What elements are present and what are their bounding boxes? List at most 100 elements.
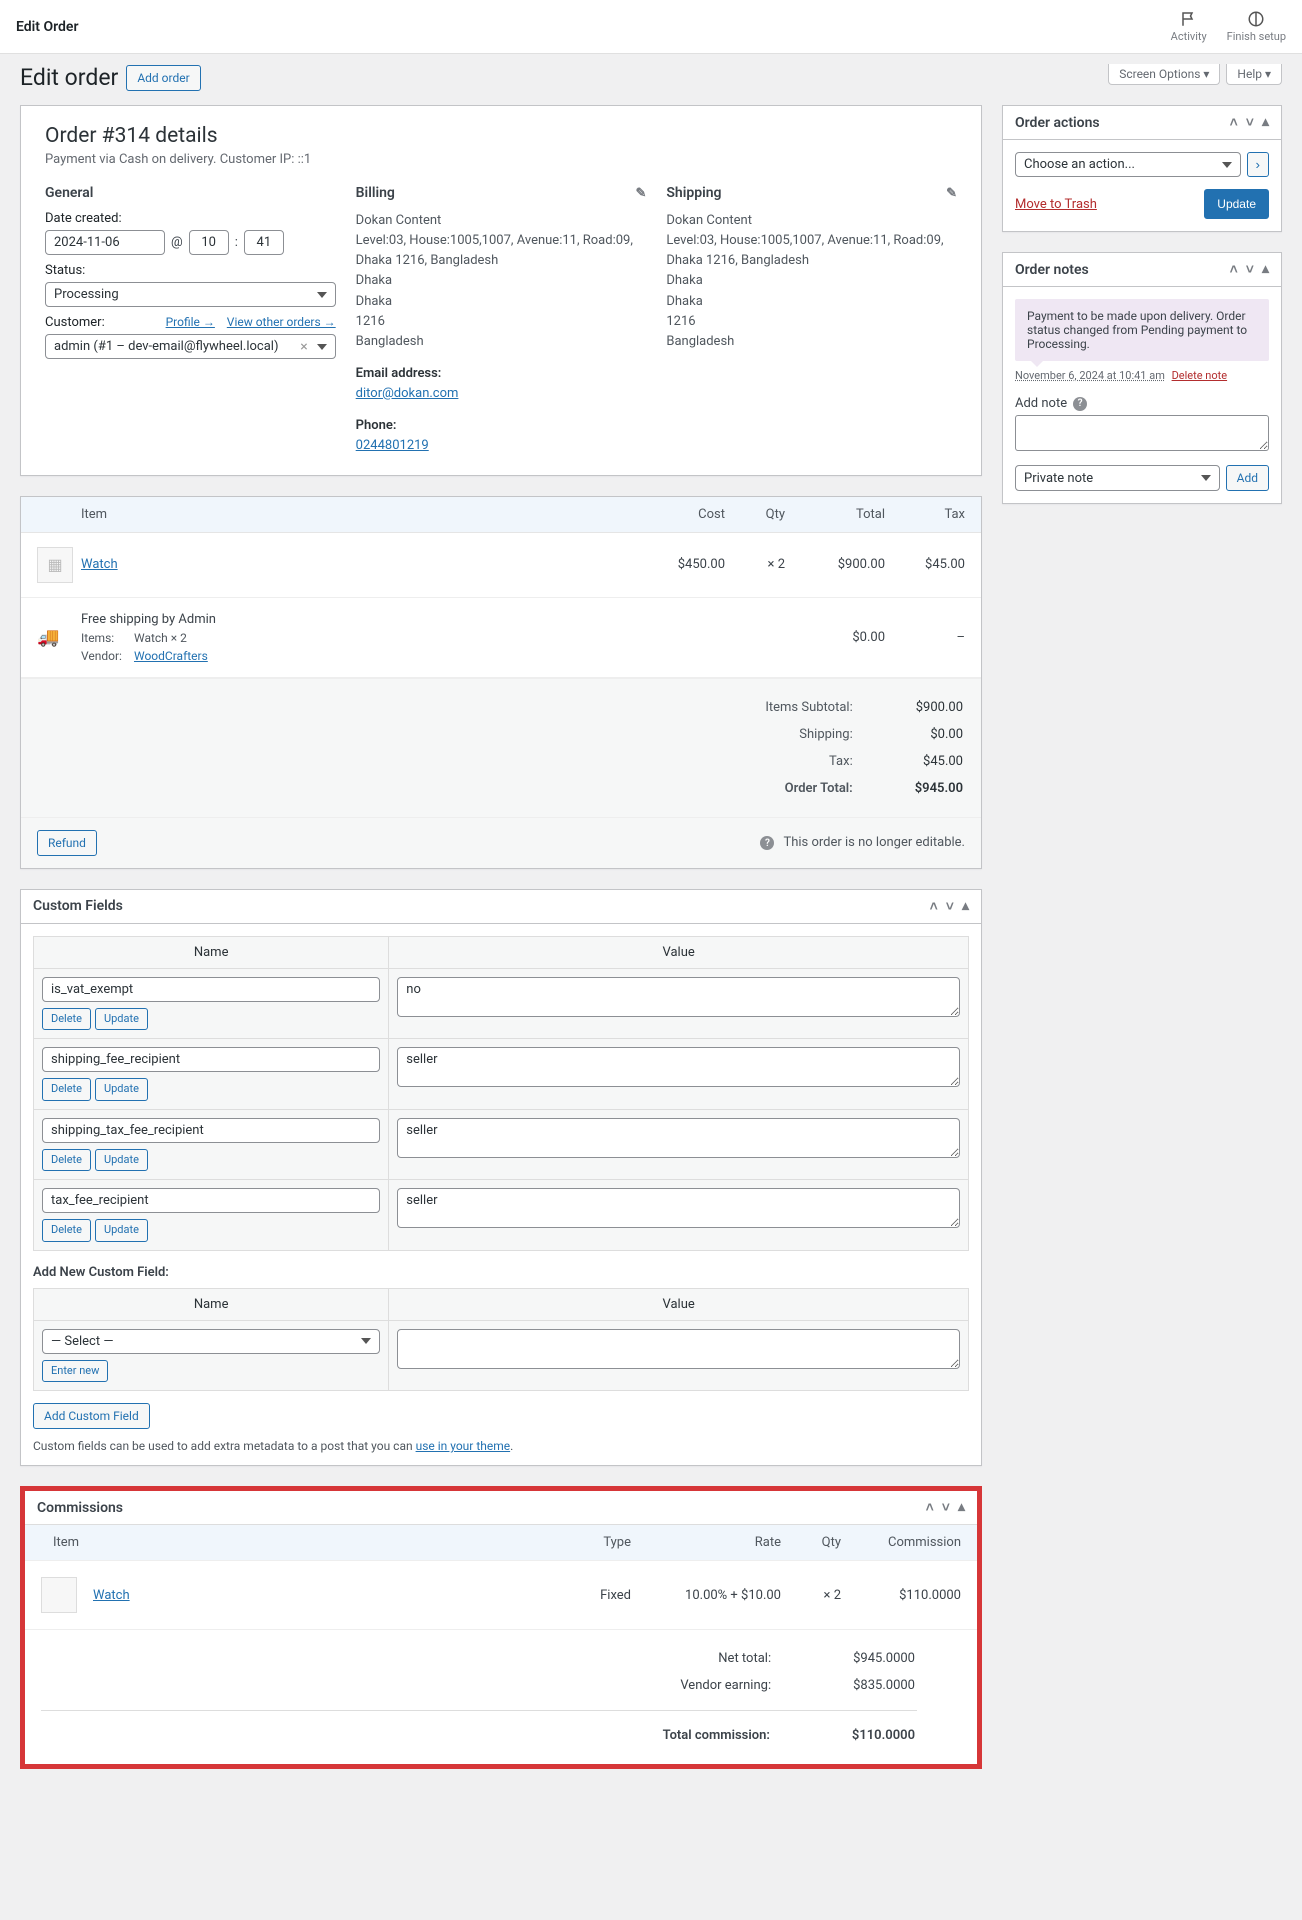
cf-delete-button[interactable]: Delete bbox=[42, 1008, 91, 1031]
add-new-cf-title: Add New Custom Field: bbox=[33, 1265, 969, 1280]
breadcrumb-title: Edit Order bbox=[16, 19, 78, 35]
refund-button[interactable]: Refund bbox=[37, 830, 97, 856]
order-action-select[interactable]: Choose an action... bbox=[1015, 152, 1241, 177]
product-thumb bbox=[41, 1577, 77, 1613]
cf-name-input[interactable] bbox=[42, 1047, 380, 1072]
customer-label: Customer: bbox=[45, 315, 105, 330]
order-date-input[interactable] bbox=[45, 230, 165, 255]
vendor-link[interactable]: WoodCrafters bbox=[134, 649, 208, 663]
custom-fields-table: Name Value Delete Update bbox=[33, 936, 969, 1251]
cf-value-input[interactable] bbox=[397, 977, 960, 1017]
add-note-button[interactable]: Add bbox=[1226, 465, 1269, 491]
clear-customer-icon[interactable]: × bbox=[300, 339, 307, 355]
commission-totals: Net total:$945.0000 Vendor earning:$835.… bbox=[25, 1630, 977, 1764]
note-textarea[interactable] bbox=[1015, 415, 1269, 451]
shipping-heading: Shipping bbox=[666, 185, 721, 201]
enter-new-button[interactable]: Enter new bbox=[42, 1360, 108, 1383]
add-note-label: Add note bbox=[1015, 396, 1067, 411]
billing-heading: Billing bbox=[356, 185, 395, 201]
no-edit-text: This order is no longer editable. bbox=[783, 835, 965, 850]
run-action-button[interactable]: › bbox=[1247, 152, 1269, 177]
order-subtitle: Payment via Cash on delivery. Customer I… bbox=[45, 152, 957, 167]
page-title: Edit order bbox=[20, 64, 118, 91]
cf-update-button[interactable]: Update bbox=[95, 1219, 148, 1242]
truck-icon: 🚚 bbox=[37, 627, 59, 648]
order-minute-input[interactable] bbox=[244, 230, 284, 255]
customer-profile-link[interactable]: Profile → bbox=[166, 315, 215, 329]
order-actions-title: Order actions bbox=[1015, 115, 1100, 131]
chevron-up-icon[interactable]: ˄ bbox=[926, 1499, 934, 1516]
chevron-down-icon[interactable]: ˅ bbox=[942, 1499, 950, 1516]
activity-button[interactable]: Activity bbox=[1171, 10, 1207, 43]
chevron-up-icon[interactable]: ˄ bbox=[1230, 114, 1238, 131]
table-row: Delete Update bbox=[34, 1109, 969, 1180]
caret-toggle-icon[interactable]: ▴ bbox=[958, 1499, 965, 1516]
cf-new-value-input[interactable] bbox=[397, 1329, 960, 1369]
info-icon: ? bbox=[760, 836, 774, 850]
note-date: November 6, 2024 at 10:41 am bbox=[1015, 369, 1165, 382]
product-link[interactable]: Watch bbox=[81, 557, 118, 572]
product-thumb: ▦ bbox=[37, 547, 73, 583]
cf-delete-button[interactable]: Delete bbox=[42, 1219, 91, 1242]
cf-value-input[interactable] bbox=[397, 1118, 960, 1158]
general-heading: General bbox=[45, 185, 336, 201]
edit-billing-icon[interactable]: ✎ bbox=[635, 186, 646, 201]
update-button[interactable]: Update bbox=[1204, 189, 1269, 219]
help-icon[interactable]: ? bbox=[1073, 397, 1087, 411]
cf-name-input[interactable] bbox=[42, 1188, 380, 1213]
items-head-tax: Tax bbox=[885, 507, 965, 522]
items-head-item: Item bbox=[81, 507, 645, 522]
note-type-select[interactable]: Private note bbox=[1015, 465, 1220, 491]
use-in-theme-link[interactable]: use in your theme bbox=[416, 1439, 511, 1453]
commissions-title: Commissions bbox=[37, 1500, 123, 1516]
top-bar: Edit Order Activity Finish setup bbox=[0, 0, 1302, 54]
cf-update-button[interactable]: Update bbox=[95, 1149, 148, 1172]
note-item: Payment to be made upon delivery. Order … bbox=[1015, 299, 1269, 382]
finish-setup-button[interactable]: Finish setup bbox=[1227, 10, 1286, 43]
date-created-label: Date created: bbox=[45, 211, 336, 226]
caret-toggle-icon[interactable]: ▴ bbox=[1262, 261, 1269, 278]
billing-address: Dokan Content Level:03, House:1005,1007,… bbox=[356, 211, 647, 457]
cf-update-button[interactable]: Update bbox=[95, 1008, 148, 1031]
items-box: Item Cost Qty Total Tax ▦ Watch $450.00 … bbox=[20, 496, 982, 869]
cf-name-input[interactable] bbox=[42, 977, 380, 1002]
cf-name-select[interactable]: — Select — bbox=[42, 1329, 380, 1354]
cf-value-input[interactable] bbox=[397, 1047, 960, 1087]
status-select[interactable]: Processing bbox=[45, 282, 336, 307]
status-label: Status: bbox=[45, 263, 336, 278]
chevron-down-icon[interactable]: ˅ bbox=[1246, 261, 1254, 278]
delete-note-link[interactable]: Delete note bbox=[1172, 369, 1228, 382]
help-toggle[interactable]: Help ▾ bbox=[1226, 64, 1282, 85]
order-notes-box: Order notes ˄ ˅ ▴ Payment to be made upo… bbox=[1002, 252, 1282, 504]
order-hour-input[interactable] bbox=[189, 230, 229, 255]
add-custom-field-button[interactable]: Add Custom Field bbox=[33, 1403, 150, 1429]
cf-delete-button[interactable]: Delete bbox=[42, 1078, 91, 1101]
chevron-down-icon[interactable]: ˅ bbox=[1246, 114, 1254, 131]
view-other-orders-link[interactable]: View other orders → bbox=[227, 315, 336, 329]
customer-select[interactable]: admin (#1 – dev-email@flywheel.local) bbox=[45, 334, 336, 359]
move-to-trash-link[interactable]: Move to Trash bbox=[1015, 197, 1097, 212]
billing-phone-link[interactable]: 0244801219 bbox=[356, 436, 429, 456]
edit-shipping-icon[interactable]: ✎ bbox=[946, 186, 957, 201]
circle-half-icon bbox=[1247, 10, 1265, 28]
cf-name-input[interactable] bbox=[42, 1118, 380, 1143]
screen-options-toggle[interactable]: Screen Options ▾ bbox=[1108, 64, 1220, 85]
custom-fields-title: Custom Fields bbox=[33, 898, 123, 914]
items-head-qty: Qty bbox=[725, 507, 785, 522]
items-head-total: Total bbox=[785, 507, 885, 522]
chevron-up-icon[interactable]: ˄ bbox=[1230, 261, 1238, 278]
caret-toggle-icon[interactable]: ▴ bbox=[962, 898, 969, 915]
order-number-title: Order #314 details bbox=[45, 124, 957, 148]
commission-product-link[interactable]: Watch bbox=[93, 1588, 130, 1603]
chevron-down-icon[interactable]: ˅ bbox=[946, 898, 954, 915]
table-row: Delete Update bbox=[34, 1039, 969, 1110]
caret-toggle-icon[interactable]: ▴ bbox=[1262, 114, 1269, 131]
table-row: Delete Update bbox=[34, 968, 969, 1039]
add-order-button[interactable]: Add order bbox=[126, 65, 200, 91]
billing-email-link[interactable]: ditor@dokan.com bbox=[356, 384, 459, 404]
shipping-address: Dokan Content Level:03, House:1005,1007,… bbox=[666, 211, 957, 352]
cf-update-button[interactable]: Update bbox=[95, 1078, 148, 1101]
cf-value-input[interactable] bbox=[397, 1188, 960, 1228]
cf-delete-button[interactable]: Delete bbox=[42, 1149, 91, 1172]
chevron-up-icon[interactable]: ˄ bbox=[930, 898, 938, 915]
